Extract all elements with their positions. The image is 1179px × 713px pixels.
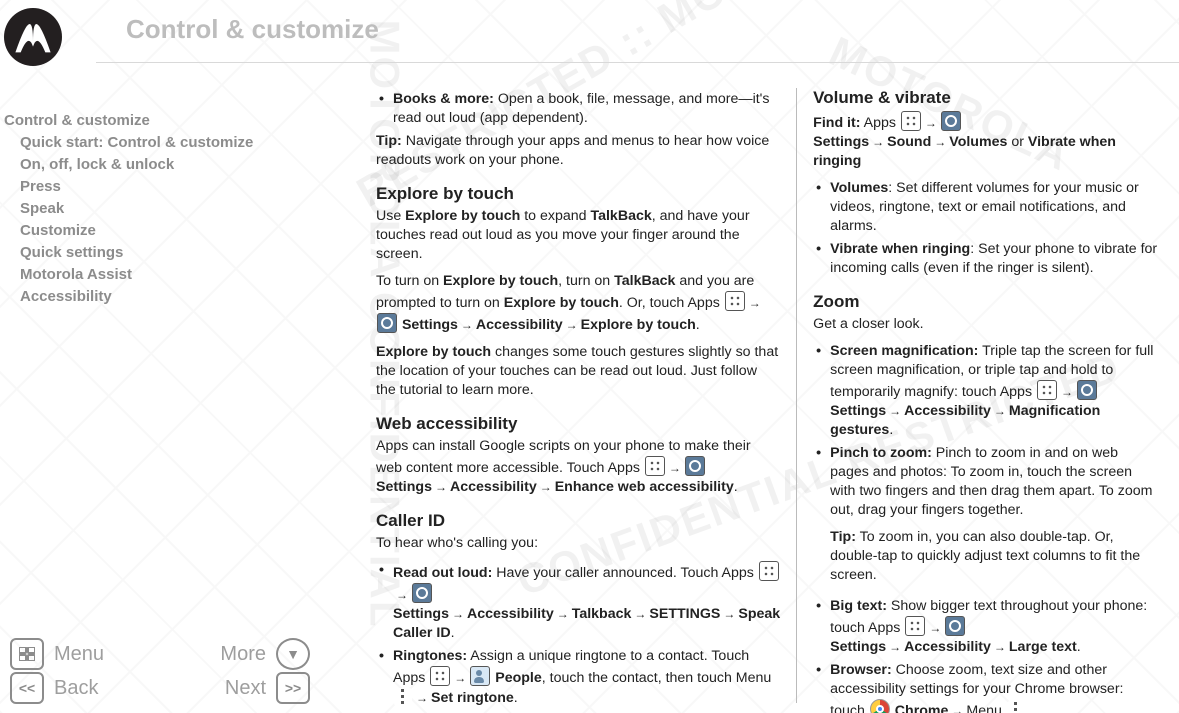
settings-icon xyxy=(685,456,705,476)
people-icon xyxy=(470,666,490,686)
toc-link-0[interactable]: Control & customize xyxy=(0,110,260,132)
toc-link-7[interactable]: Motorola Assist xyxy=(0,264,260,286)
caller-intro: To hear who's calling you: xyxy=(376,534,780,553)
toc-link-4[interactable]: Speak xyxy=(0,198,260,220)
caller-heading: Caller ID xyxy=(376,511,780,530)
apps-icon xyxy=(430,666,450,686)
apps-icon xyxy=(725,291,745,311)
toc-link-3[interactable]: Press xyxy=(0,176,260,198)
content-column-left: •Books & more: Open a book, file, messag… xyxy=(360,88,796,703)
next-button[interactable]: >> xyxy=(276,672,310,704)
settings-icon xyxy=(945,616,965,636)
sidebar-toc: Control & customizeQuick start: Control … xyxy=(0,110,260,308)
web-heading: Web accessibility xyxy=(376,414,780,433)
toc-link-6[interactable]: Quick settings xyxy=(0,242,260,264)
more-button[interactable]: ▼ xyxy=(276,638,310,670)
settings-icon xyxy=(377,313,397,333)
content-column-right: Volume & vibrate Find it: Apps → Setting… xyxy=(797,88,1175,703)
back-label: Back xyxy=(54,677,98,700)
apps-icon xyxy=(1037,380,1057,400)
next-label: Next xyxy=(225,677,266,700)
zoom-heading: Zoom xyxy=(813,292,1159,311)
motorola-logo xyxy=(4,8,62,66)
more-label: More xyxy=(220,643,266,666)
tip-head: Tip: xyxy=(376,133,402,149)
apps-icon xyxy=(905,616,925,636)
zoom-sub: Get a closer look. xyxy=(813,315,1159,334)
explore-heading: Explore by touch xyxy=(376,184,780,203)
apps-icon xyxy=(759,561,779,581)
chrome-icon xyxy=(870,699,890,713)
toc-link-8[interactable]: Accessibility xyxy=(0,286,260,308)
toc-link-1[interactable]: Quick start: Control & customize xyxy=(0,132,260,154)
toc-link-2[interactable]: On, off, lock & unlock xyxy=(0,154,260,176)
overflow-menu-icon xyxy=(394,688,412,706)
menu-button[interactable] xyxy=(10,638,44,670)
tip-body: Navigate through your apps and menus to … xyxy=(376,133,769,168)
bottom-navbar: Menu More ▼ << Back Next >> xyxy=(0,637,320,705)
volume-heading: Volume & vibrate xyxy=(813,88,1159,107)
back-button[interactable]: << xyxy=(10,672,44,704)
toc-link-5[interactable]: Customize xyxy=(0,220,260,242)
settings-icon xyxy=(941,111,961,131)
apps-icon xyxy=(901,111,921,131)
apps-icon xyxy=(645,456,665,476)
page-title: Control & customize xyxy=(126,14,379,45)
settings-icon xyxy=(412,583,432,603)
settings-icon xyxy=(1077,380,1097,400)
menu-label: Menu xyxy=(54,643,104,666)
books-head: Books & more: xyxy=(393,91,494,107)
overflow-menu-icon xyxy=(1007,701,1025,713)
